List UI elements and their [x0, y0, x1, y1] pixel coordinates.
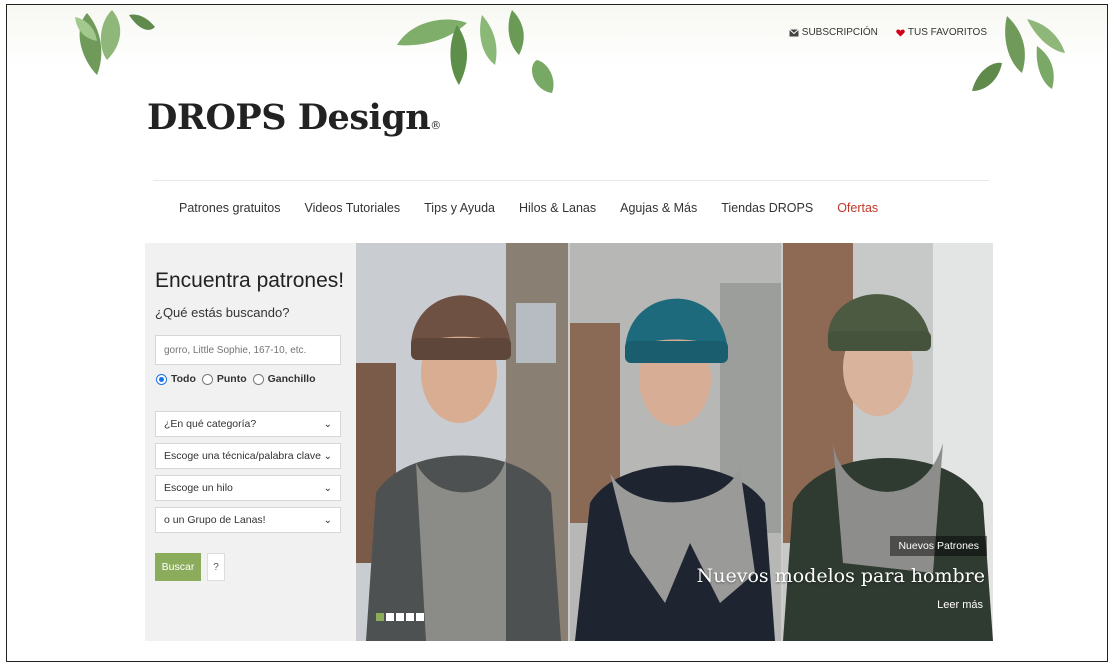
- hero-photo-brown-hat: [356, 243, 568, 641]
- favorites-link[interactable]: TUS FAVORITOS: [896, 27, 987, 38]
- technique-select-label: Escoge una técnica/palabra clave: [164, 450, 322, 462]
- slider-pagination: [376, 613, 424, 621]
- hero-title[interactable]: Nuevos modelos para hombre: [697, 565, 985, 587]
- top-links: SUBSCRIPCIÓN TUS FAVORITOS: [788, 27, 987, 38]
- nav-item-video-tutorials[interactable]: Videos Tutoriales: [304, 201, 400, 215]
- slider-dot-3[interactable]: [396, 613, 404, 621]
- technique-select[interactable]: Escoge una técnica/palabra clave ⌄: [155, 443, 341, 469]
- radio-knitting-label: Punto: [216, 373, 247, 385]
- search-subtitle: ¿Qué estás buscando?: [155, 305, 290, 320]
- chevron-down-icon: ⌄: [323, 514, 332, 526]
- radio-knitting[interactable]: Punto: [201, 373, 247, 385]
- nav-item-offers[interactable]: Ofertas: [837, 201, 878, 215]
- yarn-select[interactable]: Escoge un hilo ⌄: [155, 475, 341, 501]
- radio-knitting-button[interactable]: [201, 373, 213, 385]
- slider-dot-2[interactable]: [386, 613, 394, 621]
- nav-item-stores[interactable]: Tiendas DROPS: [721, 201, 813, 215]
- slider-dot-5[interactable]: [416, 613, 424, 621]
- leaves-decoration-left: [75, 10, 155, 75]
- read-more-link[interactable]: Leer más: [937, 599, 983, 611]
- radio-crochet[interactable]: Ganchillo: [252, 373, 316, 385]
- technique-radio-group: Todo Punto Ganchillo: [156, 373, 315, 385]
- nav-item-tips-help[interactable]: Tips y Ayuda: [424, 201, 495, 215]
- search-help-button[interactable]: ?: [207, 553, 225, 581]
- radio-all[interactable]: Todo: [156, 373, 196, 385]
- browser-frame: SUBSCRIPCIÓN TUS FAVORITOS DROPS Design®…: [6, 4, 1108, 662]
- chevron-down-icon: ⌄: [323, 418, 332, 430]
- logo-text: DROPS Design: [147, 97, 431, 138]
- yarn-select-label: Escoge un hilo: [164, 482, 233, 494]
- pattern-search-panel: Encuentra patrones! ¿Qué estás buscando?…: [145, 243, 361, 641]
- main-nav: Patrones gratuitos Videos Tutoriales Tip…: [179, 201, 902, 215]
- chevron-down-icon: ⌄: [323, 450, 332, 462]
- category-select-label: ¿En qué categoría?: [164, 418, 257, 430]
- heart-icon: [896, 28, 905, 37]
- subscription-link[interactable]: SUBSCRIPCIÓN: [788, 27, 878, 38]
- search-button[interactable]: Buscar: [155, 553, 201, 581]
- radio-crochet-label: Ganchillo: [267, 373, 316, 385]
- radio-all-button[interactable]: [156, 373, 167, 385]
- leaves-decoration-right: [972, 16, 1065, 91]
- hero-tag: Nuevos Patrones: [890, 536, 987, 556]
- hero-slider[interactable]: Nuevos Patrones Nuevos modelos para homb…: [356, 243, 993, 641]
- category-select[interactable]: ¿En qué categoría? ⌄: [155, 411, 341, 437]
- nav-item-free-patterns[interactable]: Patrones gratuitos: [179, 201, 280, 215]
- search-title: Encuentra patrones!: [155, 269, 345, 292]
- nav-divider: [153, 180, 989, 181]
- leaves-decoration-center: [397, 10, 554, 93]
- slider-dot-4[interactable]: [406, 613, 414, 621]
- yarn-group-select-label: o un Grupo de Lanas!: [164, 514, 266, 526]
- radio-crochet-button[interactable]: [252, 373, 264, 385]
- yarn-group-select[interactable]: o un Grupo de Lanas! ⌄: [155, 507, 341, 533]
- nav-item-needles[interactable]: Agujas & Más: [620, 201, 697, 215]
- logo-registered-mark: ®: [430, 119, 441, 132]
- chevron-down-icon: ⌄: [323, 482, 332, 494]
- search-input[interactable]: [155, 335, 341, 365]
- subscription-label: SUBSCRIPCIÓN: [801, 27, 878, 38]
- logo[interactable]: DROPS Design®: [147, 97, 441, 138]
- envelope-icon: [788, 28, 799, 36]
- nav-item-yarns[interactable]: Hilos & Lanas: [519, 201, 596, 215]
- slider-dot-1[interactable]: [376, 613, 384, 621]
- radio-all-label: Todo: [171, 373, 196, 385]
- favorites-label: TUS FAVORITOS: [907, 27, 987, 38]
